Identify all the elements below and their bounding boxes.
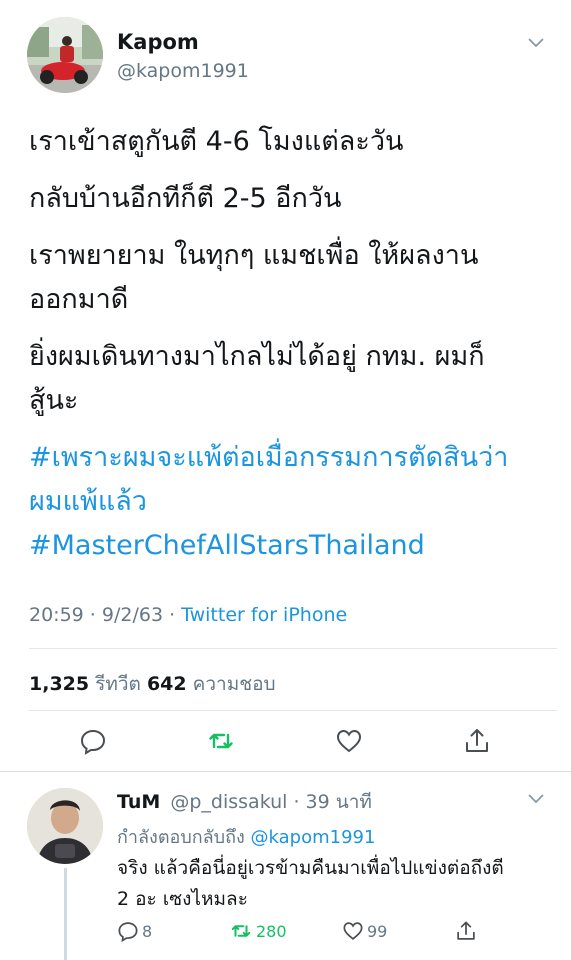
reply-button[interactable]: 8 xyxy=(117,919,152,943)
tweet-page: Kapom @kapom1991 เราเข้าสตูกันตี 4-6 โมง… xyxy=(0,0,571,960)
chevron-down-icon[interactable] xyxy=(527,37,545,49)
replying-to: กำลังตอบกลับถึง @kapom1991 xyxy=(117,822,375,851)
reply-icon[interactable] xyxy=(79,727,107,755)
divider xyxy=(0,771,571,772)
like-button[interactable]: 99 xyxy=(342,919,387,943)
retweet-count: 280 xyxy=(256,921,287,941)
like-label[interactable]: ความชอบ xyxy=(187,673,276,695)
reply-icon xyxy=(117,920,139,942)
hashtag-link[interactable]: #เพราะผมจะแพ้ต่อเมื่อกรรมการตัดสินว่า ผม… xyxy=(29,436,559,524)
replying-to-label: กำลังตอบกลับถึง xyxy=(117,827,251,848)
avatar[interactable] xyxy=(27,17,103,93)
author-name[interactable]: Kapom xyxy=(117,30,199,54)
retweet-label[interactable]: รีทวีต xyxy=(89,673,147,695)
retweet-icon[interactable] xyxy=(207,727,235,755)
share-button[interactable] xyxy=(455,919,477,943)
reply-author-name[interactable]: TuM xyxy=(117,791,160,813)
tweet-text: เราเข้าสตูกันตี 4-6 โมงแต่ละวัน กลับบ้าน… xyxy=(29,120,559,568)
reply-header: TuM @p_dissakul · 39 นาที xyxy=(117,787,372,817)
author-handle[interactable]: @kapom1991 xyxy=(117,60,249,82)
like-icon[interactable] xyxy=(335,727,363,755)
tweet-timestamp[interactable]: 20:59 · 9/2/63 · xyxy=(29,604,181,626)
tweet-source-link[interactable]: Twitter for iPhone xyxy=(181,604,347,626)
thread-line xyxy=(64,868,67,960)
replying-to-mention[interactable]: @kapom1991 xyxy=(251,827,376,848)
like-icon xyxy=(342,920,364,942)
reply-text: จริง แล้วคือนี่อยู่เวรข้ามคืนมาเพื่อไปแข… xyxy=(117,857,504,910)
share-icon xyxy=(455,920,477,942)
tweet-meta: 20:59 · 9/2/63 · Twitter for iPhone xyxy=(29,604,347,626)
tweet-line: เราพยายาม ในทุกๆ แมชเพื่อ ให้ผลงาน ออกมา… xyxy=(29,240,479,315)
hashtag-link[interactable]: #MasterChefAllStarsThailand xyxy=(29,524,559,568)
reply-count: 8 xyxy=(142,921,153,941)
tweet-stats: 1,325 รีทวีต 642 ความชอบ xyxy=(29,669,276,699)
retweet-count[interactable]: 1,325 xyxy=(29,673,89,695)
retweet-button[interactable]: 280 xyxy=(229,919,287,943)
divider xyxy=(29,648,557,649)
divider xyxy=(29,710,557,711)
like-count: 99 xyxy=(367,921,388,941)
retweet-icon xyxy=(229,920,253,942)
reply-author-handle[interactable]: @p_dissakul · 39 นาที xyxy=(170,791,372,813)
share-icon[interactable] xyxy=(463,727,491,755)
tweet-line: เราเข้าสตูกันตี 4-6 โมงแต่ละวัน xyxy=(29,126,404,157)
avatar[interactable] xyxy=(27,788,103,864)
like-count[interactable]: 642 xyxy=(147,673,187,695)
chevron-down-icon[interactable] xyxy=(527,793,545,805)
tweet-line: ยิ่งผมเดินทางมาไกลไม่ได้อยู่ กทม. ผมก็ ส… xyxy=(29,341,485,416)
tweet-line: กลับบ้านอีกทีก็ตี 2-5 อีกวัน xyxy=(29,183,342,214)
